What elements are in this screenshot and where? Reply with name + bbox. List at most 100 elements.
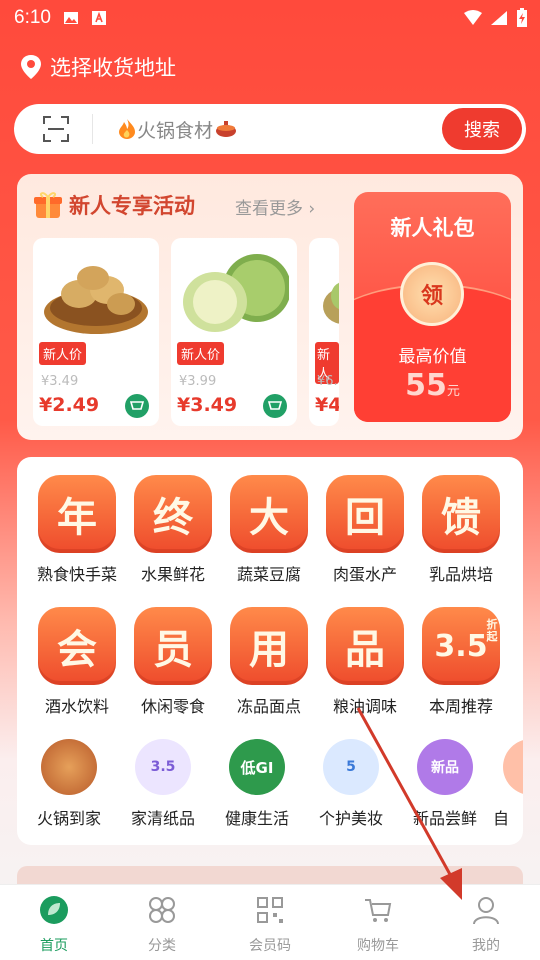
gift-pack-title: 新人礼包 <box>390 216 475 240</box>
shortcut-item[interactable]: 自 <box>493 739 523 829</box>
shortcut-item[interactable]: 新品 新品尝鲜 <box>399 739 491 829</box>
tab-label: 购物车 <box>357 938 399 954</box>
shortcut-label: 个护美妆 <box>318 809 383 828</box>
cart-icon <box>267 401 283 410</box>
category-label: 休闲零食 <box>140 697 205 716</box>
shortcut-item[interactable]: 3.5 家清纸品 <box>117 739 209 829</box>
search-placeholder: 火锅食材 <box>137 119 214 142</box>
category-badge: 馈 <box>422 475 500 553</box>
hotpot-icon <box>216 121 237 137</box>
original-price: ¥6. <box>317 374 338 389</box>
bottom-tab-bar: 首页 分类 会员码 购物车 我的 <box>0 884 540 960</box>
scan-icon[interactable] <box>42 115 70 143</box>
search-input[interactable]: 火锅食材 <box>117 116 239 143</box>
shortcut-label: 家清纸品 <box>130 809 195 828</box>
category-item[interactable]: 终水果鲜花 <box>127 475 219 585</box>
tab-category[interactable]: 分类 <box>122 893 202 955</box>
category-item[interactable]: 会酒水饮料 <box>31 607 123 717</box>
new-user-promo-card: 新人专享活动 查看更多 › 新人价 ¥3.49 ¥2.49 新人价 ¥3.99 … <box>17 174 523 440</box>
tab-member-code[interactable]: 会员码 <box>230 893 310 955</box>
new-user-gift-pack[interactable]: 新人礼包 领 最高价值 55元 <box>354 192 511 422</box>
new-product-thumb-icon: 新品 <box>417 739 473 795</box>
category-badge-number: 3.5 <box>434 628 488 664</box>
category-panel: 年熟食快手菜 终水果鲜花 大蔬菜豆腐 回肉蛋水产 馈乳品烘培 会酒水饮料 员休闲… <box>17 457 523 845</box>
shortcut-label: 自 <box>493 809 510 828</box>
product-card[interactable]: 新人 ¥6. ¥4 <box>309 238 339 426</box>
personal-care-thumb-icon: 5 <box>323 739 379 795</box>
fire-icon <box>119 119 135 139</box>
category-badge: 终 <box>134 475 212 553</box>
category-item[interactable]: 品粮油调味 <box>319 607 411 717</box>
search-button[interactable]: 搜索 <box>442 108 522 150</box>
sale-price: ¥2.49 <box>39 394 100 416</box>
tab-label: 分类 <box>148 938 176 954</box>
shortcut-item[interactable]: 火锅到家 <box>23 739 115 829</box>
low-gi-thumb-icon: 低GI <box>229 739 285 795</box>
status-bar: 6:10 <box>0 0 540 36</box>
category-label: 水果鲜花 <box>140 565 205 584</box>
signal-icon <box>491 11 507 25</box>
category-label: 蔬菜豆腐 <box>236 565 301 584</box>
category-badge: 员 <box>134 607 212 685</box>
search-divider <box>92 114 93 144</box>
gift-amount-unit: 元 <box>446 384 460 399</box>
tab-home[interactable]: 首页 <box>14 893 94 955</box>
gift-subtitle: 最高价值 <box>398 347 467 367</box>
wifi-icon <box>464 10 482 25</box>
shortcut-item[interactable]: 低GI 健康生活 <box>211 739 303 829</box>
category-label: 肉蛋水产 <box>332 565 397 584</box>
status-time: 6:10 <box>14 7 51 28</box>
add-to-cart-button[interactable] <box>263 394 287 418</box>
category-item[interactable]: 3.5 折起 本周推荐 <box>415 607 507 717</box>
search-bar[interactable]: 火锅食材 搜索 <box>14 104 526 154</box>
view-more-link[interactable]: 查看更多 › <box>235 194 315 219</box>
category-item[interactable]: 年熟食快手菜 <box>31 475 123 585</box>
shortcut-item[interactable]: 5 个护美妆 <box>305 739 397 829</box>
category-badge: 用 <box>230 607 308 685</box>
cart-icon <box>365 899 392 922</box>
category-label: 酒水饮料 <box>44 697 109 716</box>
view-more-label: 查看更多 <box>235 199 303 219</box>
tissue-thumb-icon: 3.5 <box>135 739 191 795</box>
address-selector[interactable]: 选择收货地址 <box>20 52 176 82</box>
potato-image <box>44 266 148 334</box>
tab-cart[interactable]: 购物车 <box>338 893 418 955</box>
shortcut-label: 健康生活 <box>224 809 289 828</box>
category-label: 本周推荐 <box>428 697 493 716</box>
tab-profile[interactable]: 我的 <box>446 893 526 955</box>
original-price: ¥3.49 <box>41 374 79 389</box>
product-card[interactable]: 新人价 ¥3.49 ¥2.49 <box>33 238 159 426</box>
category-badge: 回 <box>326 475 404 553</box>
new-user-title-row: 新人专享活动 <box>33 190 195 220</box>
gift-amount-value: 55 <box>405 368 447 403</box>
battery-icon <box>517 8 527 27</box>
gift-box-icon <box>34 192 62 218</box>
shortcut-label: 新品尝鲜 <box>412 809 477 828</box>
new-user-price-tag: 新人价 <box>177 342 225 365</box>
cart-icon <box>129 401 145 410</box>
category-item[interactable]: 回肉蛋水产 <box>319 475 411 585</box>
hotpot-thumb-icon <box>41 739 97 795</box>
category-badge: 年 <box>38 475 116 553</box>
vegetable-image <box>323 282 339 324</box>
category-item[interactable]: 大蔬菜豆腐 <box>223 475 315 585</box>
profile-icon <box>473 897 499 925</box>
original-price: ¥3.99 <box>179 374 217 389</box>
category-item[interactable]: 馈乳品烘培 <box>415 475 507 585</box>
product-card[interactable]: 新人价 ¥3.99 ¥3.49 <box>171 238 297 426</box>
gift-amount: 55元 <box>354 368 511 403</box>
category-label: 熟食快手菜 <box>36 565 117 584</box>
new-user-price-tag: 新人价 <box>39 342 87 365</box>
location-pin-icon <box>21 55 41 79</box>
add-to-cart-button[interactable] <box>125 394 149 418</box>
home-icon <box>40 896 68 924</box>
category-label: 乳品烘培 <box>428 565 493 584</box>
sale-price: ¥3.49 <box>177 394 238 416</box>
tab-label: 首页 <box>40 938 68 954</box>
claim-coin-button[interactable]: 领 <box>400 262 464 326</box>
category-label: 粮油调味 <box>332 697 397 716</box>
category-badge: 品 <box>326 607 404 685</box>
sale-price: ¥4 <box>315 394 339 416</box>
category-item[interactable]: 用冻品面点 <box>223 607 315 717</box>
category-item[interactable]: 员休闲零食 <box>127 607 219 717</box>
